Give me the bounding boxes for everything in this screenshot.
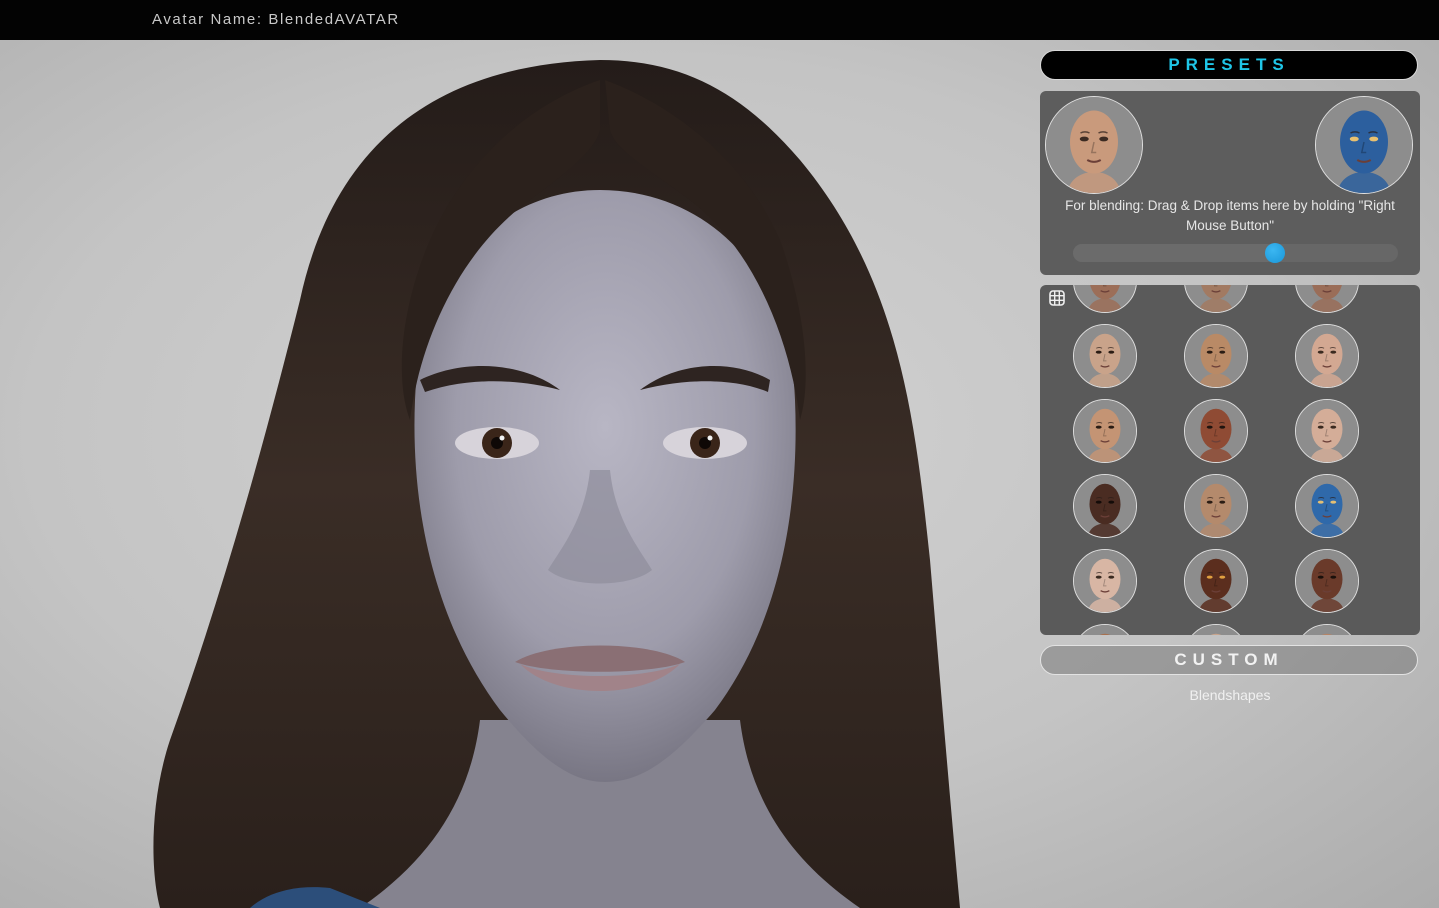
blend-hint-text: For blending: Drag & Drop items here by … xyxy=(1065,198,1395,233)
blend-slot-right[interactable] xyxy=(1315,96,1413,194)
preset-face-13[interactable] xyxy=(1073,549,1137,613)
preset-face-5[interactable] xyxy=(1184,324,1248,388)
preset-face-15[interactable] xyxy=(1295,549,1359,613)
avatar-thumbnail-icon xyxy=(1074,285,1136,312)
avatar-thumbnail-icon xyxy=(1185,625,1247,635)
avatar-thumbnail-icon xyxy=(1316,97,1412,193)
custom-button[interactable]: CUSTOM xyxy=(1040,645,1418,675)
preset-face-4[interactable] xyxy=(1073,324,1137,388)
avatar-thumbnail-icon xyxy=(1185,400,1247,462)
avatar-name-label: Avatar Name: BlendedAVATAR xyxy=(152,11,400,28)
avatar-thumbnail-icon xyxy=(1074,550,1136,612)
preset-face-3[interactable] xyxy=(1295,285,1359,313)
blend-slider-knob[interactable] xyxy=(1264,243,1285,263)
preset-face-2[interactable] xyxy=(1184,285,1248,313)
avatar-thumbnail-icon xyxy=(1296,475,1358,537)
preset-face-10[interactable] xyxy=(1073,474,1137,538)
blend-slot-left[interactable] xyxy=(1045,96,1143,194)
preset-face-7[interactable] xyxy=(1073,399,1137,463)
preset-face-14[interactable] xyxy=(1184,549,1248,613)
avatar-thumbnail-icon xyxy=(1296,285,1358,312)
avatar-thumbnail-icon xyxy=(1185,285,1247,312)
presets-label: PRESETS xyxy=(1168,55,1290,74)
preset-face-1[interactable] xyxy=(1073,285,1137,313)
avatar-thumbnail-icon xyxy=(1074,400,1136,462)
avatar-thumbnail-icon xyxy=(1074,625,1136,635)
avatar-thumbnail-icon xyxy=(1185,550,1247,612)
blend-panel: For blending: Drag & Drop items here by … xyxy=(1040,91,1420,275)
avatar-thumbnail-icon xyxy=(1296,625,1358,635)
avatar-thumbnail-icon xyxy=(1296,550,1358,612)
preset-face-9[interactable] xyxy=(1295,399,1359,463)
preset-face-grid xyxy=(1073,285,1359,635)
preset-face-18[interactable] xyxy=(1295,624,1359,635)
grid-icon[interactable] xyxy=(1049,290,1065,306)
avatar-thumbnail-icon xyxy=(1185,325,1247,387)
avatar-thumbnail-icon xyxy=(1296,400,1358,462)
avatar-thumbnail-icon xyxy=(1074,325,1136,387)
avatar-thumbnail-icon xyxy=(1046,97,1142,193)
presets-button[interactable]: PRESETS xyxy=(1040,50,1418,80)
avatar-thumbnail-icon xyxy=(1296,325,1358,387)
blend-slider-fill xyxy=(1073,244,1275,262)
preset-face-12[interactable] xyxy=(1295,474,1359,538)
preset-face-6[interactable] xyxy=(1295,324,1359,388)
custom-label: CUSTOM xyxy=(1174,650,1284,669)
top-bar: Avatar Name: BlendedAVATAR xyxy=(0,0,1439,40)
blend-slider[interactable] xyxy=(1073,243,1398,263)
preset-face-8[interactable] xyxy=(1184,399,1248,463)
preset-face-16[interactable] xyxy=(1073,624,1137,635)
avatar-thumbnail-icon xyxy=(1185,475,1247,537)
preset-face-17[interactable] xyxy=(1184,624,1248,635)
preset-face-11[interactable] xyxy=(1184,474,1248,538)
avatar-thumbnail-icon xyxy=(1074,475,1136,537)
blendshapes-link[interactable]: Blendshapes xyxy=(1040,687,1420,703)
preset-grid-panel[interactable] xyxy=(1040,285,1420,635)
